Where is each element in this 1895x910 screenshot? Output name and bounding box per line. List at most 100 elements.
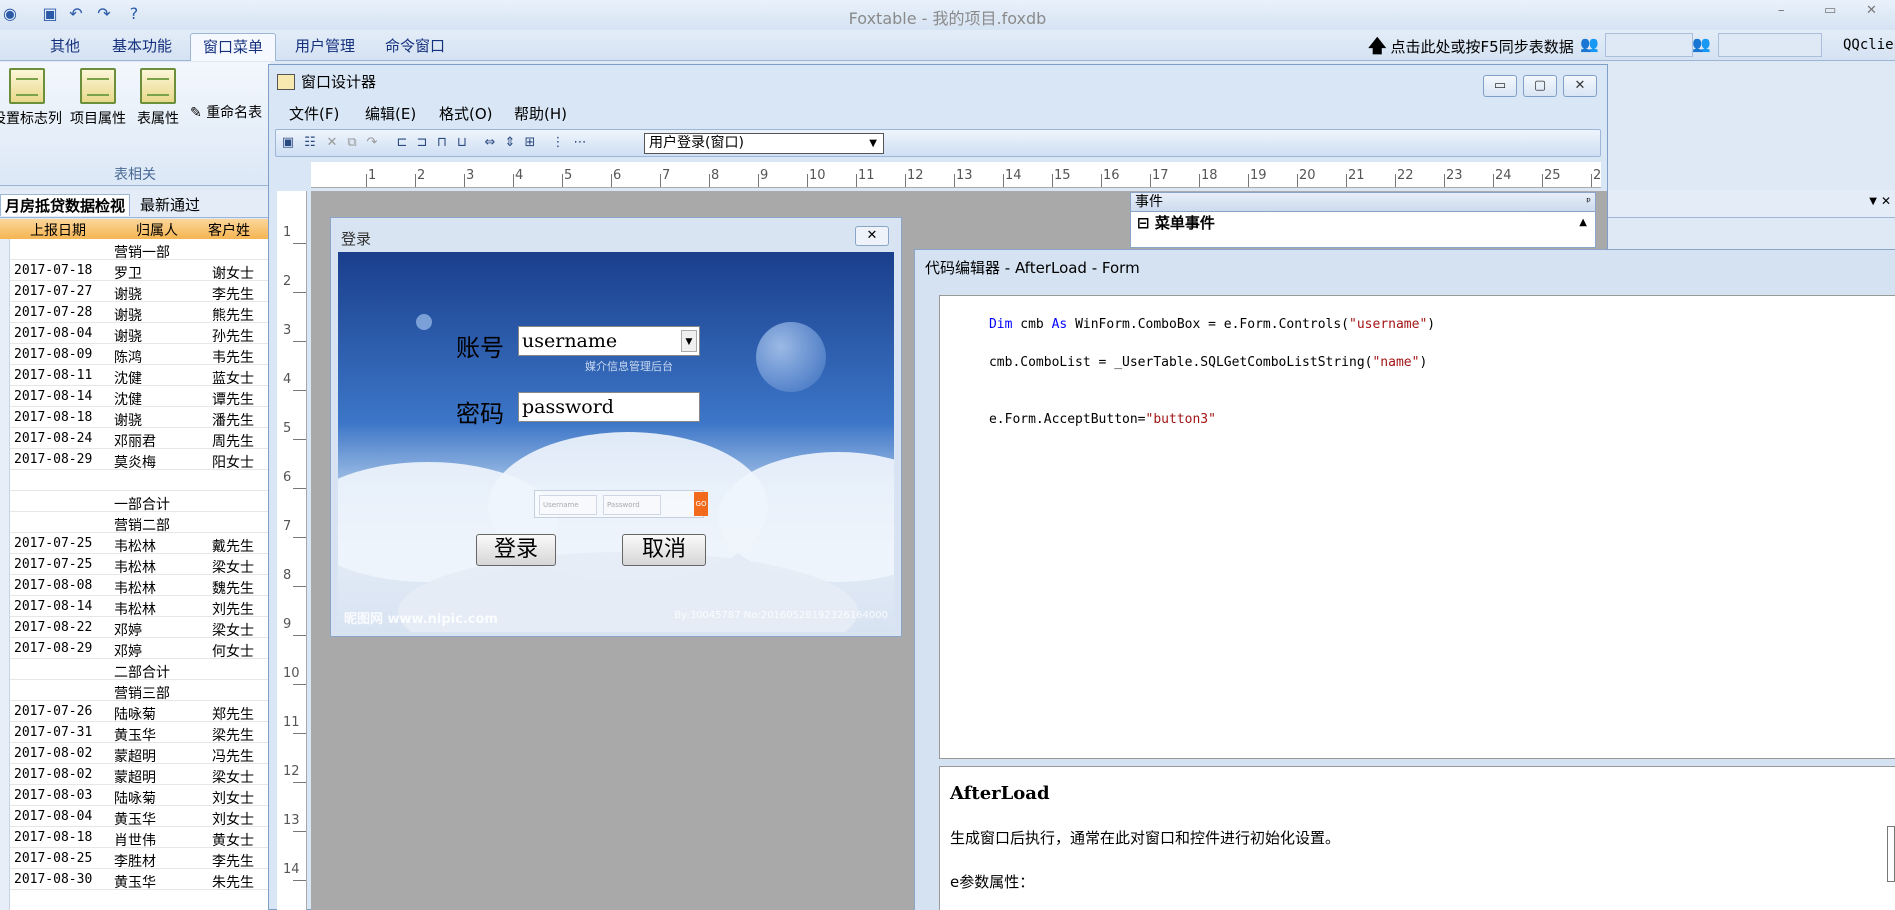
table-cell[interactable]: 2017-08-09: [14, 347, 92, 362]
table-cell[interactable]: 2017-08-25: [14, 851, 92, 866]
table-cell[interactable]: 李胜材: [114, 851, 156, 871]
table-cell[interactable]: 营销二部: [114, 515, 170, 535]
table-row[interactable]: 2017-08-02 蒙超明 梁女士: [0, 764, 270, 787]
table-row[interactable]: 2017-08-24 邓丽君 周先生: [0, 428, 270, 451]
table-cell[interactable]: 陈鸿: [114, 347, 142, 367]
table-cell[interactable]: 梁女士: [212, 620, 254, 640]
table-row[interactable]: 2017-07-28 谢骁 熊先生: [0, 302, 270, 325]
table-cell[interactable]: 梁女士: [212, 767, 254, 787]
login-button[interactable]: 登录: [476, 534, 556, 566]
data-grid[interactable]: 上报日期 归属人 客户姓 营销一部 2017-07-18 罗卫 谢女士 2017-07-…: [0, 219, 270, 910]
table-cell[interactable]: 2017-08-14: [14, 389, 92, 404]
table-cell[interactable]: 黄玉华: [114, 809, 156, 829]
set-flag-column-button[interactable]: 设置标志列: [0, 68, 62, 128]
row-indicator[interactable]: [0, 848, 10, 869]
sync-link[interactable]: 🡅 点击此处或按F5同步表数据: [1368, 34, 1574, 64]
table-cell[interactable]: 谢骁: [114, 410, 142, 430]
table-cell[interactable]: 冯先生: [212, 746, 254, 766]
row-indicator[interactable]: [0, 764, 10, 785]
row-indicator[interactable]: [0, 806, 10, 827]
table-row[interactable]: 2017-08-18 肖世伟 黄女士: [0, 827, 270, 850]
table-row[interactable]: 2017-08-29 莫炎梅 阳女士: [0, 449, 270, 472]
table-cell[interactable]: 熊先生: [212, 305, 254, 325]
designer-minimize-button[interactable]: ▭: [1483, 75, 1517, 97]
cancel-button[interactable]: 取消: [622, 534, 706, 566]
table-cell[interactable]: 谢骁: [114, 284, 142, 304]
tab-command-window[interactable]: 命令窗口: [373, 33, 457, 61]
table-cell[interactable]: 沈健: [114, 368, 142, 388]
table-cell[interactable]: 2017-08-04: [14, 326, 92, 341]
table-cell[interactable]: 邓婷: [114, 641, 142, 661]
table-cell[interactable]: 刘女士: [212, 809, 254, 829]
table-cell[interactable]: 陆咏菊: [114, 788, 156, 808]
delete-icon[interactable]: ✕: [324, 135, 340, 151]
row-indicator[interactable]: [0, 596, 10, 617]
table-cell[interactable]: 邓婷: [114, 620, 142, 640]
table-row[interactable]: 2017-08-18 谢骁 潘先生: [0, 407, 270, 430]
copy-icon[interactable]: ⧉: [344, 135, 360, 151]
designer-close-button[interactable]: ✕: [1563, 75, 1597, 97]
vertical-spacing-icon[interactable]: ⋮: [550, 135, 566, 151]
align-left-icon[interactable]: ⊏: [394, 135, 410, 151]
table-cell[interactable]: 谢女士: [212, 263, 254, 283]
table-cell[interactable]: 刘女士: [212, 788, 254, 808]
table-cell[interactable]: 2017-08-02: [14, 767, 92, 782]
ribbon-input-2[interactable]: [1718, 33, 1822, 57]
table-cell[interactable]: 邓丽君: [114, 431, 156, 451]
row-indicator[interactable]: [0, 785, 10, 806]
table-cell[interactable]: 李先生: [212, 851, 254, 871]
table-row[interactable]: 2017-08-22 邓婷 梁女士: [0, 617, 270, 640]
table-row[interactable]: 2017-08-09 陈鸿 韦先生: [0, 344, 270, 367]
table-row[interactable]: 2017-08-11 沈健 蓝女士: [0, 365, 270, 388]
table-row[interactable]: 2017-07-27 谢骁 李先生: [0, 281, 270, 304]
table-row[interactable]: 2017-08-04 谢骁 孙先生: [0, 323, 270, 345]
table-cell[interactable]: 2017-07-18: [14, 263, 92, 278]
row-indicator[interactable]: [0, 470, 10, 491]
table-cell[interactable]: 营销三部: [114, 683, 170, 703]
table-cell[interactable]: 2017-08-29: [14, 641, 92, 656]
table-row[interactable]: 2017-08-29 邓婷 何女士: [0, 638, 270, 661]
menu-format[interactable]: 格式(O): [439, 103, 493, 124]
scroll-up-icon[interactable]: ▲: [1579, 212, 1587, 234]
row-indicator[interactable]: [0, 554, 10, 575]
row-indicator[interactable]: [0, 890, 10, 910]
rename-table-button[interactable]: ✎ 重命名表: [190, 102, 262, 122]
row-indicator[interactable]: [0, 491, 10, 512]
tab-user-manage[interactable]: 用户管理: [283, 33, 367, 61]
table-cell[interactable]: 肖世伟: [114, 830, 156, 850]
table-cell[interactable]: 朱先生: [212, 872, 254, 892]
table-cell[interactable]: 谭先生: [212, 389, 254, 409]
table-cell[interactable]: 黄女士: [212, 830, 254, 850]
collapse-icon[interactable]: ⊟: [1137, 214, 1150, 232]
pin-icon[interactable]: ᵖ: [1586, 193, 1591, 211]
row-indicator[interactable]: [0, 449, 10, 470]
table-row[interactable]: 2017-08-14 韦松林 刘先生: [0, 596, 270, 618]
table-cell[interactable]: 阳女士: [212, 452, 254, 472]
row-indicator[interactable]: [0, 428, 10, 449]
close-button[interactable]: ✕: [1866, 3, 1877, 18]
code-textarea[interactable]: Dim cmb As WinForm.ComboBox = e.Form.Con…: [939, 295, 1895, 759]
table-cell[interactable]: 黄玉华: [114, 725, 156, 745]
tab-basic[interactable]: 基本功能: [100, 33, 184, 61]
table-row[interactable]: 2017-08-08 韦松林 魏先生: [0, 575, 270, 597]
table-row[interactable]: [0, 470, 270, 491]
row-indicator[interactable]: [0, 659, 10, 680]
project-properties-button[interactable]: 项目属性: [70, 68, 126, 128]
table-row[interactable]: 营销一部: [0, 239, 270, 262]
row-indicator[interactable]: [0, 722, 10, 743]
table-cell[interactable]: 黄玉华: [114, 872, 156, 892]
table-cell[interactable]: 营销一部: [114, 242, 170, 262]
table-cell[interactable]: 陆咏菊: [114, 704, 156, 724]
ribbon-input-1[interactable]: [1605, 33, 1693, 57]
table-cell[interactable]: 2017-08-03: [14, 788, 92, 803]
table-cell[interactable]: 2017-07-26: [14, 704, 92, 719]
row-indicator[interactable]: [0, 386, 10, 407]
row-indicator[interactable]: [0, 869, 10, 890]
table-row[interactable]: 2017-08-03 陆咏菊 刘女士: [0, 785, 270, 808]
row-indicator[interactable]: [0, 407, 10, 428]
maximize-button[interactable]: ▭: [1824, 3, 1836, 18]
row-indicator[interactable]: [0, 533, 10, 554]
table-cell[interactable]: 2017-07-25: [14, 557, 92, 572]
table-cell[interactable]: 李先生: [212, 284, 254, 304]
table-properties-button[interactable]: 表属性: [137, 68, 179, 128]
